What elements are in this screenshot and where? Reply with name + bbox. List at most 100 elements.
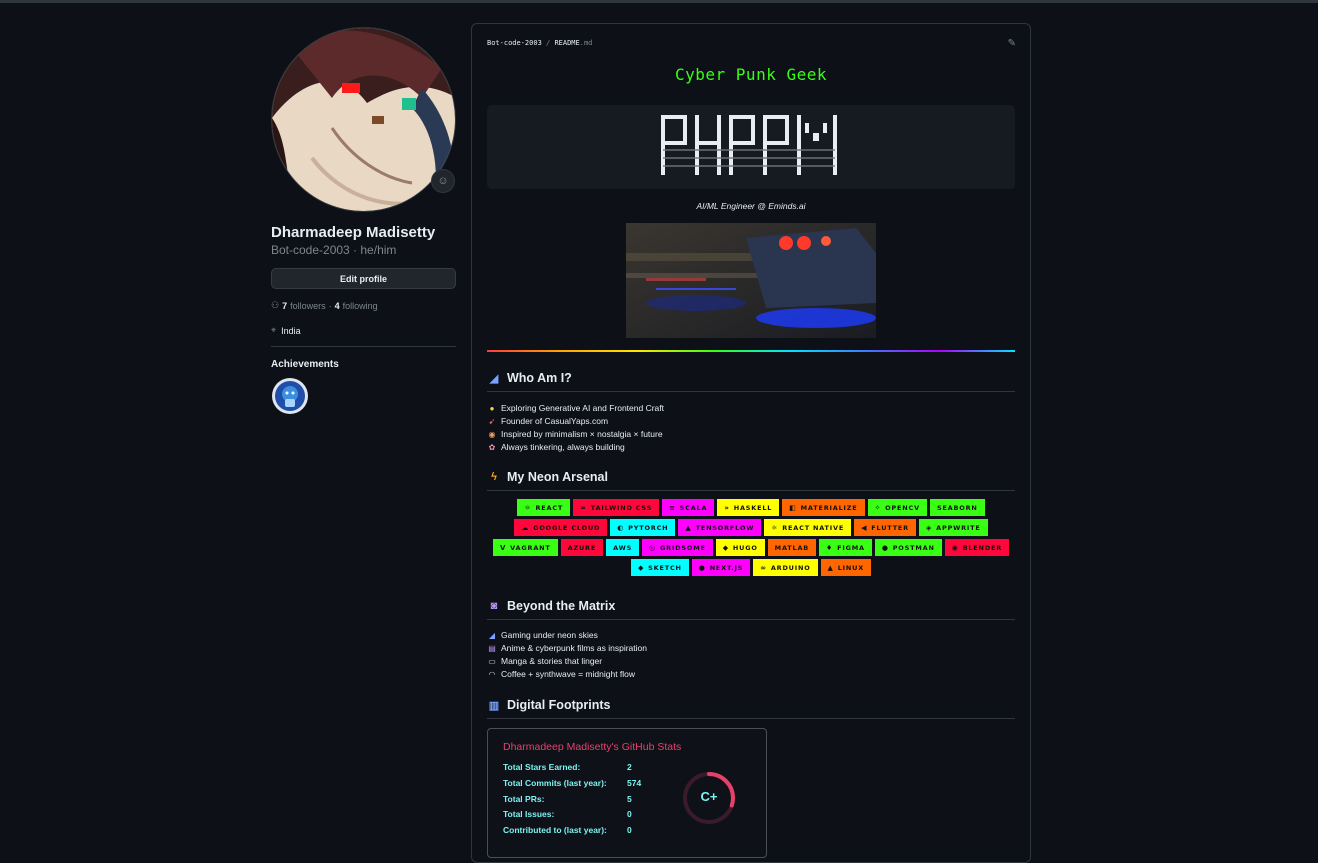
tech-logo-icon: ⚛ <box>524 503 532 512</box>
stat-label: Contributed to (last year): <box>503 825 607 835</box>
tech-badge-scala: ≡ SCALA <box>662 499 715 516</box>
readme-subtitle: AI/ML Engineer @ Eminds.ai <box>696 201 806 211</box>
follow-stats: ⚇ 7 followers · 4 following <box>271 300 456 311</box>
tech-logo-icon: ⚛ <box>771 523 779 532</box>
tech-badge-arduino: ∞ ARDUINO <box>753 559 818 576</box>
tech-badge-label: MATERIALIZE <box>800 503 858 512</box>
stat-value: 2 <box>627 762 632 772</box>
beyond-list: ◢ Gaming under neon skies ▤ Anime & cyberp… <box>487 629 1015 681</box>
tech-badge-aws: AWS <box>606 539 640 556</box>
people-icon: ⚇ <box>271 300 280 310</box>
beyond-item-4: Coffee + synthwave = midnight flow <box>501 669 636 679</box>
night-city-icon: ◢ <box>488 631 496 640</box>
profile-sidebar: ☺ Dharmadeep Madisetty Bot-code-2003 · h… <box>271 27 456 420</box>
stats-title: Dharmadeep Madisetty's GitHub Stats <box>503 741 682 753</box>
tech-badge-hugo: ◆ HUGO <box>715 539 765 556</box>
avatar[interactable] <box>271 27 456 212</box>
achievements-heading[interactable]: Achievements <box>271 359 456 370</box>
tech-badge-label: BLENDER <box>962 543 1003 552</box>
tech-badge-react: ⚛ REACT <box>517 499 571 516</box>
tech-badge-matlab: MATLAB <box>767 539 817 556</box>
tech-logo-icon: ✧ <box>874 503 882 512</box>
list-item: ◢ Gaming under neon skies <box>487 629 1015 642</box>
tech-badge-label: PYTORCH <box>628 523 669 532</box>
tech-badge-label: APPWRITE <box>936 523 981 532</box>
list-item: ▤ Anime & cyberpunk films as inspiration <box>487 642 1015 655</box>
following-label[interactable]: following <box>343 301 378 311</box>
rainbow-divider <box>487 350 1015 352</box>
list-item: ◉ Inspired by minimalism × nostalgia × fu… <box>487 428 1015 441</box>
followers-count[interactable]: 7 <box>282 301 287 311</box>
tech-badge-label: TENSORFLOW <box>695 523 755 532</box>
tech-logo-icon: ◉ <box>951 543 959 552</box>
list-item: ● Exploring Generative AI and Frontend Cr… <box>487 402 1015 415</box>
tech-badge-label: SCALA <box>679 503 708 512</box>
beyond-item-3: Manga & stories that linger <box>501 656 603 666</box>
tech-badge-label: GOOGLE CLOUD <box>533 523 601 532</box>
tech-badge-label: TAILWIND CSS <box>590 503 653 512</box>
tech-logo-icon: ♦ <box>826 543 834 552</box>
rocket-icon: ➹ <box>488 417 496 426</box>
stat-label: Total Issues: <box>503 809 555 819</box>
tech-badge-opencv: ✧ OPENCV <box>867 499 927 516</box>
who-item-4: Always tinkering, always building <box>501 442 625 452</box>
tech-logo-icon: ☁ <box>521 523 530 532</box>
location-pin-icon: ⌖ <box>271 325 277 335</box>
ascii-art-banner <box>487 105 1015 189</box>
tech-badge-label: AWS <box>613 543 633 552</box>
list-item: ➹ Founder of CasualYaps.com <box>487 415 1015 428</box>
tech-badge-label: LINUX <box>837 563 865 572</box>
book-icon: ▭ <box>488 657 496 666</box>
stat-value: 0 <box>627 825 632 835</box>
stat-value: 574 <box>627 778 642 788</box>
tech-logo-icon: ≡ <box>669 503 676 512</box>
beyond-item-2: Anime & cyberpunk films as inspiration <box>501 643 647 653</box>
tech-badge-label: SEABORN <box>936 503 978 512</box>
section-arsenal: ϟ My Neon Arsenal <box>487 470 1015 491</box>
tech-logo-icon: ▲ <box>827 563 834 572</box>
tech-logo-icon: » <box>724 503 730 512</box>
tech-badge-tailwind-css: ≈ TAILWIND CSS <box>573 499 660 516</box>
tech-badge-label: NEXT.JS <box>709 563 744 572</box>
brain-icon: ✿ <box>488 443 496 452</box>
readme-path-file: README <box>554 39 580 47</box>
tech-badge-haskell: » HASKELL <box>717 499 780 516</box>
tech-badges: ⚛ REACT ≈ TAILWIND CSS ≡ SCALA» HASKELL ◧ MATERI… <box>487 499 1015 576</box>
palette-icon: ◉ <box>488 430 496 439</box>
edit-profile-button[interactable]: Edit profile <box>271 268 456 289</box>
edit-pencil-icon[interactable]: ✎ <box>1008 38 1016 49</box>
beyond-item-1: Gaming under neon skies <box>501 630 598 640</box>
tech-badge-flutter: ◀ FLUTTER <box>854 519 916 536</box>
tech-badge-react-native: ⚛ REACT NATIVE <box>764 519 852 536</box>
tech-badge-azure: AZURE <box>560 539 604 556</box>
readme-card: Bot-code-2003 / README.md ✎ Cyber Punk G… <box>471 23 1031 863</box>
tech-badge-label: HUGO <box>732 543 758 552</box>
tech-logo-icon: ◀ <box>861 523 868 532</box>
tech-badge-label: ARDUINO <box>770 563 811 572</box>
gamepad-icon: ◙ <box>490 600 498 612</box>
readme-path-user[interactable]: Bot-code-2003 <box>487 39 542 47</box>
tech-badge-materialize: ◧ MATERIALIZE <box>782 499 865 516</box>
tech-badge-label: REACT <box>535 503 564 512</box>
tech-logo-icon: ◎ <box>649 543 657 552</box>
tech-logo-icon: ◧ <box>789 503 797 512</box>
followers-label[interactable]: followers <box>290 301 326 311</box>
readme-path: Bot-code-2003 / README.md <box>487 39 592 47</box>
lightbulb-icon: ● <box>489 404 495 413</box>
status-emoji-icon[interactable]: ☺ <box>431 169 455 193</box>
tech-badge-label: SKETCH <box>648 563 682 572</box>
tech-badge-label: GRIDSOME <box>660 543 706 552</box>
tech-badge-linux: ▲ LINUX <box>820 559 872 576</box>
tech-logo-icon: ∞ <box>760 563 767 572</box>
tech-badge-sketch: ◆ SKETCH <box>630 559 689 576</box>
following-count[interactable]: 4 <box>335 301 340 311</box>
tech-badge-label: MATLAB <box>774 543 810 552</box>
footprints-heading: Digital Footprints <box>507 698 611 712</box>
grade-text: C+ <box>700 789 718 804</box>
achievement-badge-icon[interactable] <box>271 377 309 415</box>
car-drift-gif <box>626 223 876 338</box>
tech-badge-label: FLUTTER <box>871 523 909 532</box>
stat-value: 0 <box>627 809 632 819</box>
clapper-icon: ▤ <box>488 644 496 653</box>
tech-badge-label: HASKELL <box>733 503 773 512</box>
